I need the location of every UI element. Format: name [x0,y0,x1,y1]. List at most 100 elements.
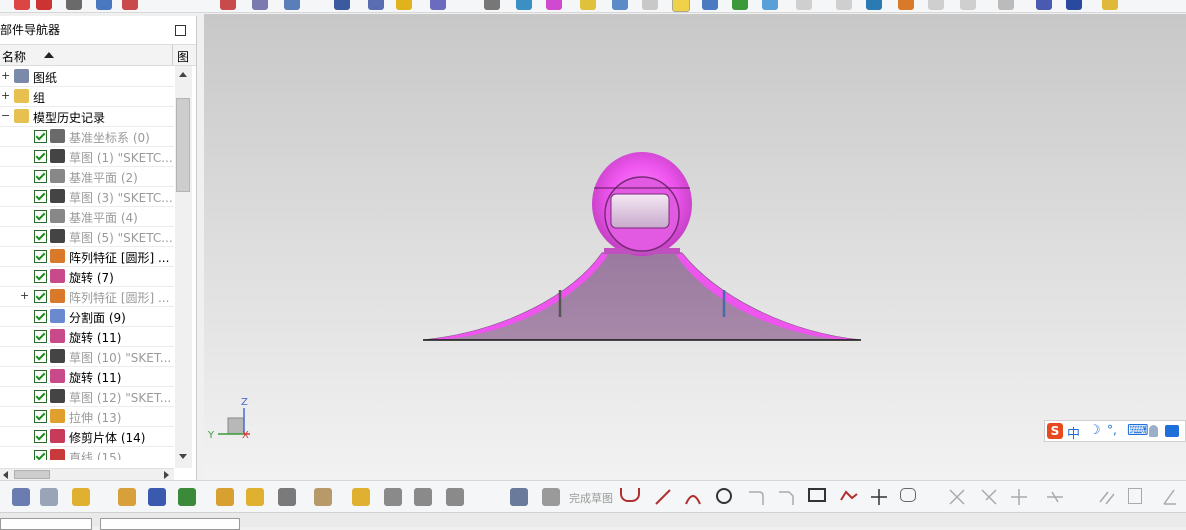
sketch-icon[interactable] [510,488,528,506]
tree-row[interactable]: 阵列特征 [圆形] ... [0,246,174,267]
visibility-checkbox[interactable] [34,210,47,223]
tree-row[interactable]: + 组 [0,86,174,107]
visibility-checkbox[interactable] [34,230,47,243]
tool-icon[interactable] [66,0,82,10]
measure-icon[interactable] [334,0,350,10]
undo-icon[interactable] [14,0,30,10]
mirror-icon[interactable] [148,488,166,506]
clearance-icon[interactable] [352,488,370,506]
solid-icon[interactable] [446,488,464,506]
arrow-icon[interactable] [998,0,1014,10]
pod-window[interactable] [610,193,670,229]
expand-toggle-icon[interactable]: + [20,290,29,302]
tree-row[interactable]: 分割面 (9) [0,306,174,327]
vertical-scrollbar[interactable] [175,66,192,468]
punctuation-icon[interactable]: °, [1107,423,1117,437]
show-icon[interactable] [836,0,852,10]
dimension-icon[interactable] [1046,488,1064,506]
finish-sketch-icon[interactable] [542,488,560,506]
arc-icon[interactable] [684,488,702,506]
shaded-icon[interactable] [612,0,628,10]
keyboard-icon[interactable]: ⌨ [1127,421,1149,439]
tree-row[interactable]: 基准平面 (4) [0,206,174,227]
tree-row[interactable]: 草图 (12) "SKET... [0,386,174,407]
graphics-viewport[interactable]: Z Y X [204,14,1186,480]
scroll-thumb[interactable] [176,98,190,192]
component-icon[interactable] [1066,0,1082,10]
visibility-checkbox[interactable] [34,150,47,163]
maximize-icon[interactable] [175,25,186,36]
column-divider[interactable] [172,45,173,65]
fillet-icon[interactable] [748,488,766,506]
visibility-checkbox[interactable] [34,270,47,283]
tree-row[interactable]: 拉伸 (13) [0,406,174,427]
explode-icon[interactable] [246,488,264,506]
vertical-dimension-icon[interactable] [1128,488,1142,504]
expand-toggle-icon[interactable]: + [1,70,10,82]
feature-icon[interactable] [284,0,300,10]
column-name-header[interactable]: 名称 [2,48,26,65]
wave-icon[interactable] [314,488,332,506]
color-icon[interactable] [898,0,914,10]
visibility-checkbox[interactable] [34,430,47,443]
tree-row[interactable]: 直线 (15) [0,446,174,460]
visibility-checkbox[interactable] [34,330,47,343]
visibility-checkbox[interactable] [34,390,47,403]
tree-row[interactable]: 旋转 (11) [0,326,174,347]
tree-row[interactable]: 草图 (3) "SKETC... [0,186,174,207]
visibility-checkbox[interactable] [34,250,47,263]
wireframe-icon[interactable] [642,0,658,10]
move-component-icon[interactable] [118,488,136,506]
sogou-logo-icon[interactable]: S [1047,423,1063,439]
package-icon[interactable] [1102,0,1118,10]
rectangle-icon[interactable] [808,488,826,502]
scroll-up-arrow-icon[interactable] [179,72,187,77]
visibility-checkbox[interactable] [34,310,47,323]
finish-sketch-label[interactable]: 完成草图 [569,490,613,506]
render-icon[interactable] [396,0,412,10]
tree-row[interactable]: 修剪片体 (14) [0,426,174,447]
make-corner-icon[interactable] [1010,488,1028,506]
moon-icon[interactable]: ☽ [1089,423,1101,438]
visibility-checkbox[interactable] [34,450,47,460]
array-icon[interactable] [216,488,234,506]
tree-row[interactable]: 基准坐标系 (0) [0,126,174,147]
weld-icon[interactable] [384,488,402,506]
expand-toggle-icon[interactable]: + [1,90,10,102]
section-icon[interactable] [866,0,882,10]
parallel-icon[interactable] [1098,488,1116,506]
sketch-tool-icon[interactable] [122,0,138,10]
active-view-icon[interactable] [672,0,690,12]
point-icon[interactable] [870,488,888,506]
visibility-checkbox[interactable] [34,410,47,423]
angular-dimension-icon[interactable] [1160,488,1178,506]
model-render[interactable]: Z Y X [204,14,1186,480]
edge-icon[interactable] [928,0,944,10]
curve-tool-icon[interactable] [220,0,236,10]
visibility-checkbox[interactable] [34,170,47,183]
face-icon[interactable] [960,0,976,10]
orient-icon[interactable] [430,0,446,10]
add-component-icon[interactable] [72,488,90,506]
part-icon[interactable] [12,488,30,506]
ime-mode-label[interactable]: 中 [1067,423,1080,442]
route-icon[interactable] [414,488,432,506]
drawing-sheet-icon[interactable] [40,488,58,506]
column-map-header[interactable]: 图 [177,48,189,65]
scroll-down-arrow-icon[interactable] [179,454,187,459]
perspective-icon[interactable] [702,0,718,10]
scroll-right-arrow-icon[interactable] [164,471,169,479]
pin-icon[interactable] [36,0,52,10]
surface-icon[interactable] [252,0,268,10]
expand-toggle-icon[interactable]: − [1,110,10,122]
analysis-icon[interactable] [368,0,384,10]
view-icon[interactable] [484,0,500,10]
tree-row[interactable]: − 模型历史记录 [0,106,174,127]
zoom-icon[interactable] [516,0,532,10]
visibility-checkbox[interactable] [34,350,47,363]
circle-icon[interactable] [716,488,732,504]
tree-row[interactable]: 草图 (5) "SKETC... [0,226,174,247]
user-icon[interactable] [1149,425,1158,437]
selection-filter-field[interactable] [0,518,92,530]
pan-icon[interactable] [546,0,562,10]
